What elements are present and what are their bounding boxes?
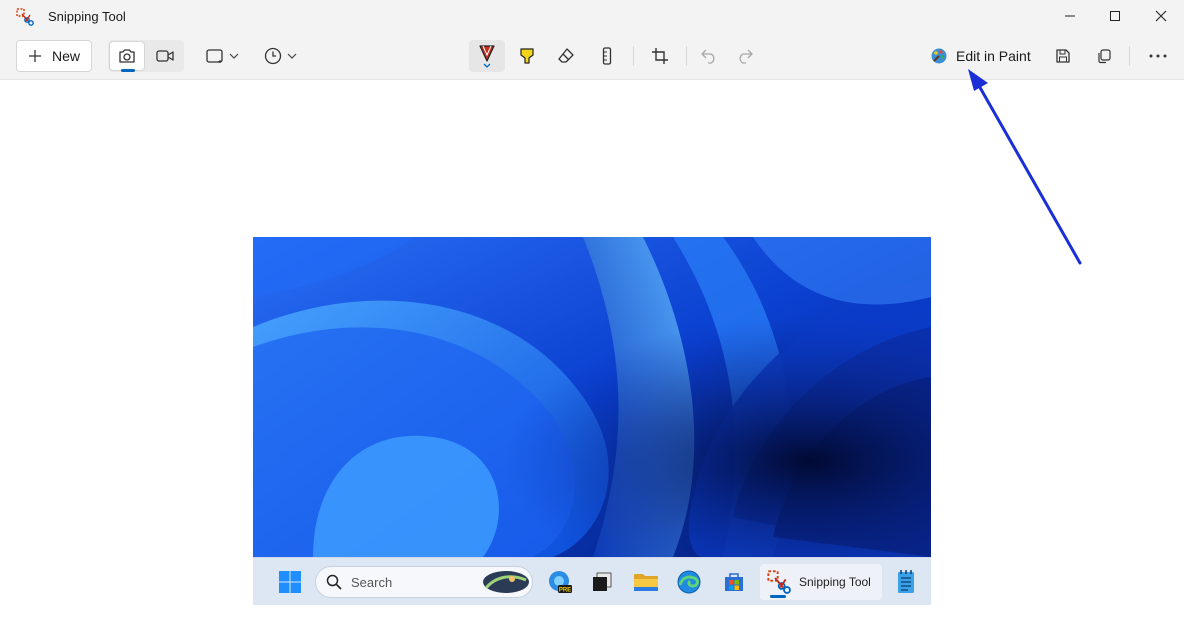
more-options-button[interactable]: [1142, 40, 1174, 72]
rectangle-snip-icon: [205, 49, 223, 63]
snipping-tool-app-icon: [16, 8, 34, 26]
snip-shape-dropdown[interactable]: [200, 40, 244, 72]
eraser-button[interactable]: [550, 40, 582, 72]
edge-preview-app[interactable]: PRE: [545, 568, 575, 596]
file-explorer-app[interactable]: [631, 568, 661, 596]
window-title: Snipping Tool: [48, 9, 126, 24]
screenshot-mode-button[interactable]: [109, 41, 145, 72]
edit-in-paint-label: Edit in Paint: [956, 48, 1031, 64]
undo-icon: [701, 49, 715, 64]
taskbar: Search PRE Snipping Tool: [253, 557, 931, 605]
search-placeholder: Search: [351, 574, 393, 590]
toolbar-divider: [686, 46, 687, 66]
timer-dropdown[interactable]: [258, 40, 302, 72]
eraser-icon: [558, 48, 574, 63]
chevron-down-icon: [229, 53, 238, 59]
notepad-app[interactable]: [891, 568, 921, 596]
store-icon: [725, 573, 743, 591]
highlighter-icon: [520, 48, 534, 64]
snipping-tool-app-icon: [767, 570, 791, 594]
maximize-button[interactable]: [1092, 0, 1138, 32]
edge-beta-icon: PRE: [549, 571, 572, 594]
new-snip-button[interactable]: New: [16, 40, 92, 72]
ballpoint-pen-button[interactable]: [469, 40, 505, 72]
camera-icon: [119, 49, 135, 63]
toolbar-divider: [633, 46, 634, 66]
search-icon: [326, 574, 342, 590]
windows-bloom-wallpaper: [253, 237, 931, 557]
taskbar-snipping-tool[interactable]: Snipping Tool: [760, 564, 882, 600]
taskbar-snipping-tool-label: Snipping Tool: [799, 575, 871, 589]
running-app-indicator: [770, 595, 786, 598]
start-button[interactable]: [275, 568, 305, 596]
minimize-icon: [1065, 15, 1075, 17]
windows-logo-icon: [279, 571, 301, 593]
task-view-app[interactable]: [587, 568, 617, 596]
crop-icon: [652, 48, 668, 64]
video-icon: [156, 50, 174, 62]
crop-button[interactable]: [644, 40, 676, 72]
edge-icon: [677, 570, 701, 594]
annotation-arrow: [968, 69, 1082, 265]
ballpoint-pen-icon: [479, 45, 495, 68]
highlighter-button[interactable]: [511, 40, 543, 72]
edge-badge-text: PRE: [559, 588, 571, 594]
maximize-icon: [1110, 11, 1120, 21]
minimize-button[interactable]: [1047, 0, 1093, 32]
active-mode-indicator: [121, 69, 135, 72]
timer-icon: [264, 47, 281, 65]
chevron-down-icon: [287, 53, 296, 59]
paint-icon: [931, 48, 947, 64]
microsoft-store-app[interactable]: [719, 568, 749, 596]
more-icon: [1149, 54, 1167, 58]
notepad-icon: [898, 570, 914, 593]
title-bar: Snipping Tool: [0, 0, 1184, 32]
copy-icon: [1098, 49, 1111, 64]
toolbar-divider: [1129, 46, 1130, 66]
edge-app[interactable]: [674, 568, 704, 596]
undo-button[interactable]: [693, 40, 725, 72]
copy-button[interactable]: [1088, 40, 1120, 72]
redo-icon: [739, 49, 753, 64]
video-mode-button[interactable]: [148, 41, 182, 71]
close-icon: [1155, 10, 1167, 22]
search-highlight-icon: [483, 571, 529, 593]
ruler-button[interactable]: [591, 40, 623, 72]
captured-screenshot: Search PRE Snipping Tool: [253, 237, 931, 605]
plus-icon: [29, 50, 41, 62]
taskbar-search-box[interactable]: Search: [315, 566, 533, 598]
redo-button[interactable]: [729, 40, 761, 72]
close-button[interactable]: [1138, 0, 1184, 32]
new-button-label: New: [52, 48, 81, 64]
folder-icon: [634, 574, 658, 591]
ruler-icon: [602, 47, 612, 65]
task-view-icon: [593, 572, 612, 591]
save-icon: [1056, 49, 1070, 63]
